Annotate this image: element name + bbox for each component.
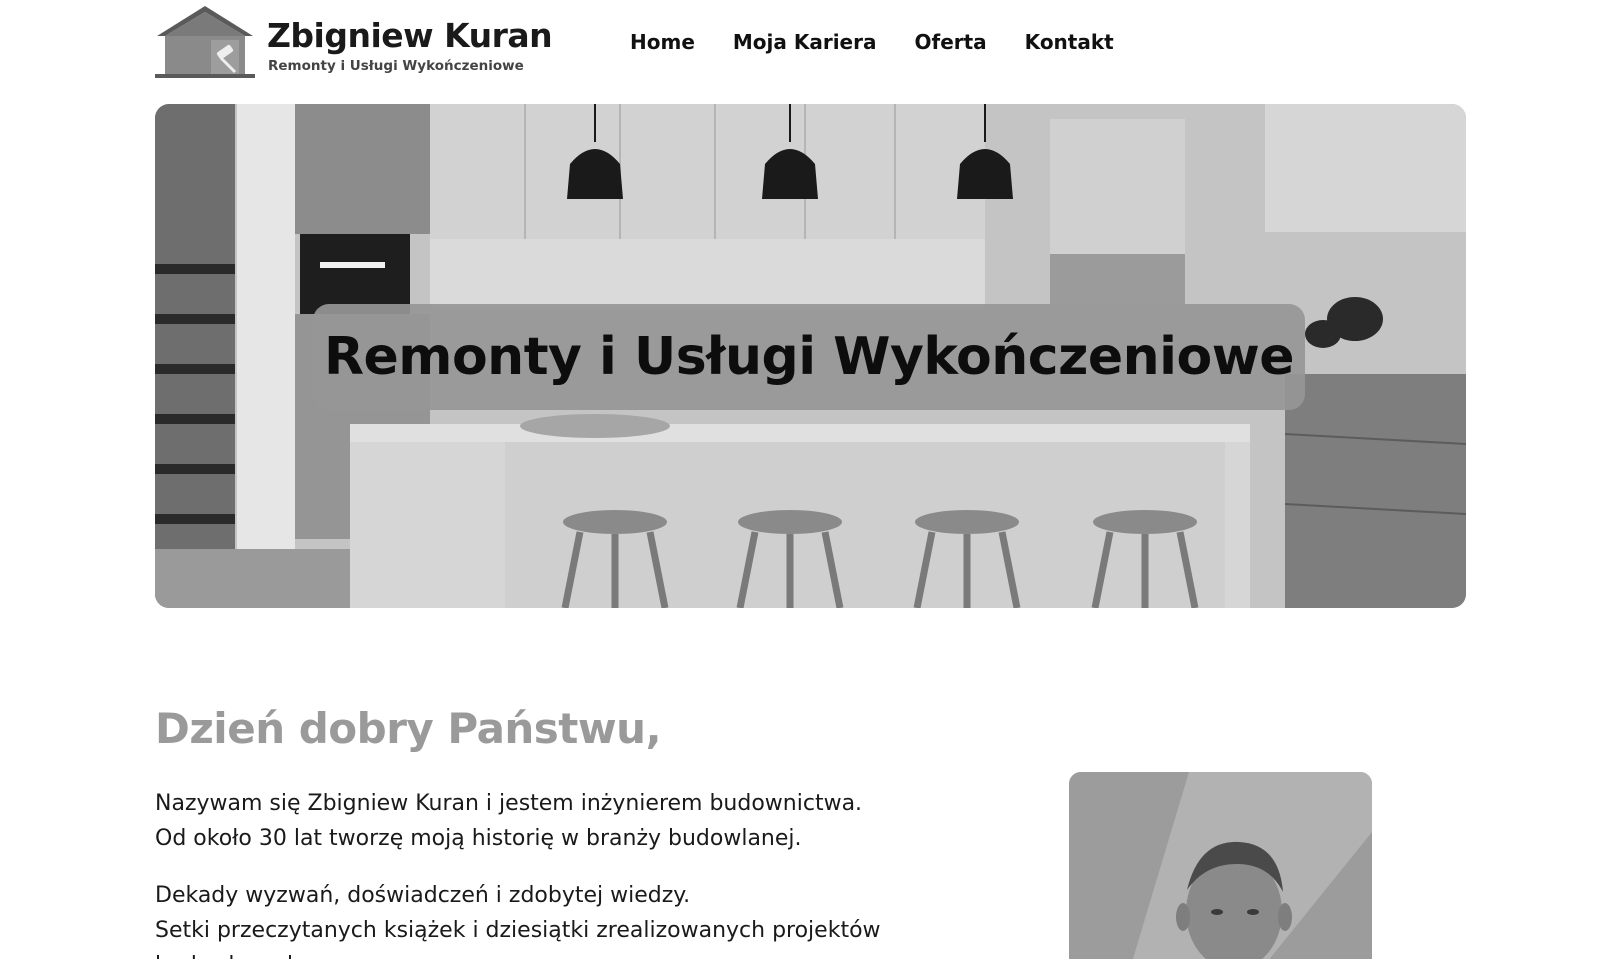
intro-paragraph-1-line-2: Od około 30 lat tworzę moją historię w b… — [155, 826, 802, 851]
intro-paragraph-2-line-1: Dekady wyzwań, doświadczeń i zdobytej wi… — [155, 883, 691, 908]
logo-title: Zbigniew Kuran — [267, 16, 553, 55]
main-nav: Home Moja Kariera Oferta Kontakt — [630, 30, 1114, 54]
intro-paragraph-1-line-1: Nazywam się Zbigniew Kuran i jestem inży… — [155, 791, 863, 816]
intro-paragraph-2-line-2: Setki przeczytanych książek i dziesiątki… — [155, 918, 881, 943]
hero-banner: Remonty i Usługi Wykończeniowe — [313, 304, 1305, 410]
owner-portrait — [1069, 772, 1372, 959]
hero-image: Remonty i Usługi Wykończeniowe — [155, 104, 1466, 608]
greeting-heading: Dzień dobry Państwu, — [155, 704, 662, 753]
owner-portrait-illustration — [1069, 772, 1372, 959]
intro-paragraph-2: Dekady wyzwań, doświadczeń i zdobytej wi… — [155, 878, 881, 959]
logo-subtitle: Remonty i Usługi Wykończeniowe — [268, 58, 524, 74]
nav-oferta[interactable]: Oferta — [914, 30, 986, 54]
house-paint-roller-icon — [155, 6, 255, 78]
nav-kontakt[interactable]: Kontakt — [1025, 30, 1114, 54]
site-header: Zbigniew Kuran Remonty i Usługi Wykończe… — [0, 0, 1621, 100]
hero-heading: Remonty i Usługi Wykończeniowe — [323, 327, 1295, 387]
nav-home[interactable]: Home — [630, 30, 695, 54]
intro-paragraph-1: Nazywam się Zbigniew Kuran i jestem inży… — [155, 786, 875, 856]
intro-paragraph-2-line-3: budowlanych. — [155, 948, 875, 959]
site-logo[interactable]: Zbigniew Kuran Remonty i Usługi Wykończe… — [155, 2, 553, 78]
nav-moja-kariera[interactable]: Moja Kariera — [733, 30, 877, 54]
